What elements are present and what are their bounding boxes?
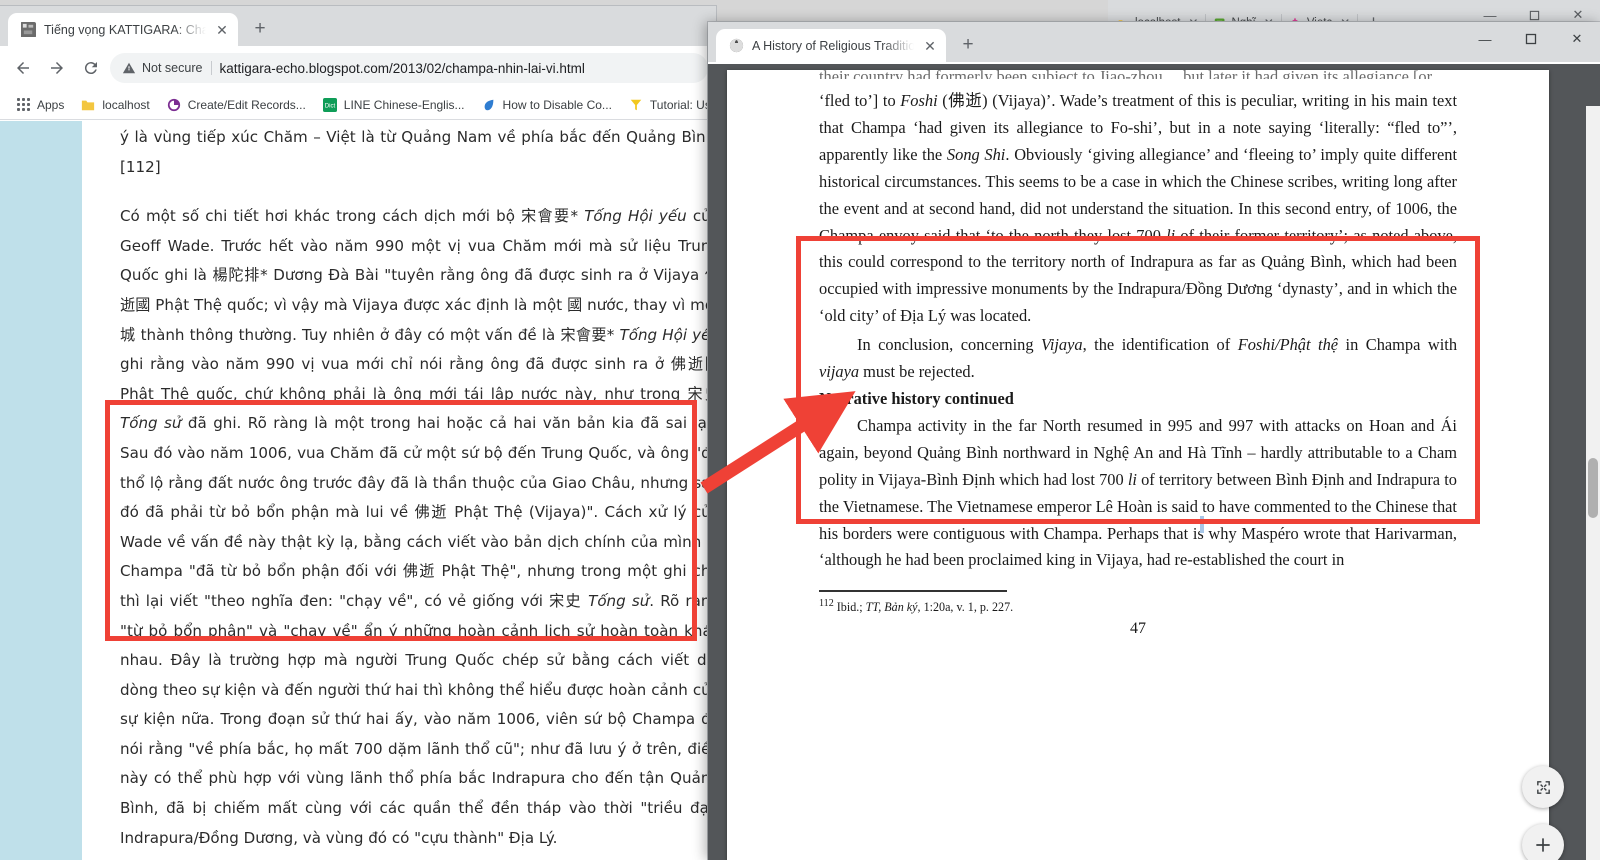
- cjk-foshi-2: 佛逝: [402, 562, 436, 581]
- pdf-footnote-112: 112 Ibid.; TT, Bản ký, 1:20a, v. 1, p. 2…: [819, 598, 1014, 615]
- purple-circle-icon: [166, 97, 182, 113]
- bookmark-localhost[interactable]: localhost: [73, 94, 156, 116]
- new-tab-button[interactable]: +: [246, 15, 274, 43]
- blog-article-content: Chăm, cùng với Lê Quý Đôn, sử liệu Việt …: [120, 121, 716, 860]
- warning-triangle-icon: [122, 62, 136, 74]
- forward-button[interactable]: [42, 53, 72, 83]
- tab-religious-traditions-pdf[interactable]: A History of Religious Traditions ✕: [716, 29, 946, 62]
- blog-address-bar[interactable]: Not secure kattigara-echo.blogspot.com/2…: [110, 53, 708, 83]
- scrollbar-thumb[interactable]: [1588, 458, 1598, 518]
- close-button[interactable]: ✕: [1554, 22, 1600, 56]
- bookmark-tutorial-using[interactable]: Tutorial: Usin: [621, 94, 716, 116]
- cjk-song-shi-2: 宋史: [549, 591, 582, 610]
- tab-title: Tiếng vọng KATTIGARA: Champa: [44, 22, 206, 37]
- screenshot-root: localhost ✕ Nghĩ ✕ Vietc ✕ + —: [0, 0, 1600, 860]
- close-icon[interactable]: ✕: [214, 22, 230, 38]
- bookmark-line-chinese-english[interactable]: Dict LINE Chinese-Englis...: [315, 94, 472, 116]
- apps-grid-icon: [15, 97, 31, 113]
- pdf-page-folio: 47: [1130, 620, 1146, 638]
- pdf-page-text: their country had formerly been subject …: [819, 64, 1457, 643]
- red-arrow-annotation: [700, 391, 856, 494]
- pdf-paragraph-1: ‘fled to’] to Foshi (佛逝) (Vijaya)’. Wade…: [819, 91, 1458, 326]
- maximize-button[interactable]: [1508, 22, 1554, 56]
- blog-article-sheet: Chăm, cùng với Lê Quý Đôn, sử liệu Việt …: [82, 121, 716, 860]
- blue-leaf-icon: [481, 97, 497, 113]
- pdf-tabstrip: A History of Religious Traditions ✕ + — …: [708, 22, 1600, 62]
- blog-favicon: [20, 22, 36, 38]
- pdf-paragraph-3: Champa activity in the far North resumed…: [819, 415, 1457, 570]
- bookmark-create-edit-records[interactable]: Create/Edit Records...: [159, 94, 313, 116]
- zoom-in-icon: [1536, 838, 1550, 852]
- new-tab-button[interactable]: +: [954, 31, 982, 59]
- reload-button[interactable]: [76, 53, 106, 83]
- blog-paragraph-1: ý là vùng tiếp xúc Chăm – Việt là từ Quả…: [120, 128, 716, 176]
- cjk-yang-tuo-pai: 楊陀排: [212, 266, 261, 285]
- blog-page-background: Chăm, cùng với Lê Quý Đôn, sử liệu Việt …: [0, 121, 716, 860]
- fit-page-icon: [1536, 780, 1550, 794]
- pdf-vertical-scrollbar[interactable]: [1586, 106, 1600, 860]
- cjk-song-hui-yao-2: 宋會要: [560, 325, 607, 344]
- minimize-button[interactable]: —: [1462, 22, 1508, 56]
- bookmark-label: How to Disable Co...: [502, 97, 612, 112]
- cjk-guo: 國: [567, 295, 583, 314]
- tab-kattigara-blog[interactable]: Tiếng vọng KATTIGARA: Champa ✕: [8, 13, 238, 46]
- pdf-text-caret: [1200, 516, 1204, 533]
- pdf-cut-line: their country had formerly been subject …: [819, 67, 1433, 79]
- zoom-in-button[interactable]: [1522, 824, 1564, 860]
- blog-omnibox-bar: Not secure kattigara-echo.blogspot.com/2…: [0, 46, 716, 90]
- back-button[interactable]: [8, 53, 38, 83]
- bookmark-apps[interactable]: Apps: [8, 94, 71, 116]
- bookmark-label: localhost: [102, 97, 150, 112]
- pdf-window-controls: — ✕: [1462, 22, 1600, 56]
- bookmark-how-to-disable[interactable]: How to Disable Co...: [474, 94, 619, 116]
- svg-text:Dict: Dict: [325, 102, 336, 109]
- pdf-section-heading: Narrative history continued: [819, 388, 1014, 408]
- bookmark-label: Tutorial: Usin: [649, 97, 716, 112]
- dict-icon: Dict: [322, 97, 338, 113]
- cjk-foshi: 佛逝: [414, 503, 448, 522]
- blog-url-text: kattigara-echo.blogspot.com/2013/02/cham…: [219, 60, 585, 76]
- footnote-marker: 112: [819, 598, 834, 610]
- bookmark-label: Create/Edit Records...: [187, 97, 306, 112]
- bookmark-label: Apps: [37, 97, 65, 112]
- pdf-paragraph-2: In conclusion, concerning Vijaya, the id…: [819, 335, 1458, 382]
- blog-bookmarks-bar: Apps localhost Create/Edit Records... Di…: [0, 90, 716, 120]
- bookmark-label: LINE Chinese-Englis...: [343, 97, 465, 112]
- globe-icon: [728, 38, 744, 54]
- pdf-footnote-divider: [819, 590, 1007, 593]
- cjk-song-hui-yao: 宋會要: [521, 207, 571, 226]
- yellow-funnel-icon: [628, 97, 644, 113]
- tab-title: A History of Religious Traditions: [752, 38, 914, 53]
- not-secure-indicator[interactable]: Not secure: [122, 61, 213, 75]
- blog-tabstrip: Tiếng vọng KATTIGARA: Champa ✕ +: [0, 6, 716, 46]
- cjk-cheng: 城: [120, 325, 136, 344]
- blog-browser-window: Tiếng vọng KATTIGARA: Champa ✕ + Not sec…: [0, 6, 716, 860]
- not-secure-label: Not secure: [142, 61, 203, 75]
- folder-icon: [80, 97, 96, 113]
- arrow-shaft: [700, 391, 856, 494]
- fit-page-button[interactable]: [1522, 766, 1564, 808]
- blog-paragraph-2: Có một số chi tiết hơi khác trong cách d…: [120, 202, 716, 853]
- close-icon[interactable]: ✕: [922, 38, 938, 54]
